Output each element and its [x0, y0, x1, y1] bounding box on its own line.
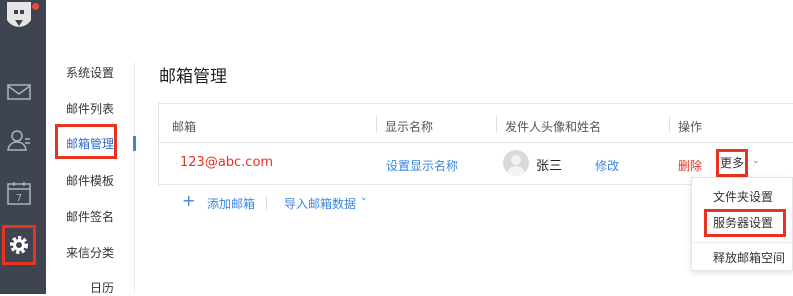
delete-link[interactable]: 删除 — [678, 157, 702, 174]
contacts-icon[interactable] — [7, 128, 31, 152]
edit-sender-link[interactable]: 修改 — [595, 157, 619, 174]
settings-icon[interactable] — [7, 233, 31, 257]
nav-item-mail-list[interactable]: 邮件列表 — [66, 100, 114, 117]
menu-item-free-mailbox-space[interactable]: 释放邮箱空间 — [713, 249, 785, 266]
nav-item-mail-templates[interactable]: 邮件模板 — [66, 172, 114, 189]
more-button[interactable]: 更多 — [716, 149, 748, 177]
mailbox-email: 123@abc.com — [180, 155, 274, 170]
col-divider — [669, 116, 670, 133]
calendar-day: 7 — [16, 193, 22, 204]
col-divider — [496, 116, 497, 133]
nav-item-mail-signature[interactable]: 邮件签名 — [66, 208, 114, 225]
nav-selected-indicator — [133, 136, 136, 151]
mail-icon[interactable] — [7, 80, 31, 104]
nav-item-mailbox-management[interactable]: 邮箱管理 — [66, 135, 114, 152]
plus-icon[interactable]: + — [182, 191, 195, 210]
more-dropdown-menu: 文件夹设置 服务器设置 释放邮箱空间 — [691, 177, 793, 271]
menu-item-folder-settings[interactable]: 文件夹设置 — [713, 188, 773, 205]
chevron-down-icon[interactable]: ⌄ — [752, 156, 760, 166]
avatar — [503, 150, 529, 176]
table-header: 邮箱 显示名称 发件人头像和姓名 操作 — [159, 104, 793, 143]
nav-item-mail-categories[interactable]: 来信分类 — [66, 244, 114, 261]
chevron-down-icon[interactable]: ⌄ — [360, 193, 368, 203]
notification-dot — [32, 3, 39, 10]
action-divider — [266, 196, 267, 210]
nav-item-calendar[interactable]: 日历 — [90, 279, 114, 296]
calendar-icon[interactable]: 7 — [7, 181, 31, 205]
menu-divider — [692, 242, 792, 243]
set-display-name-link[interactable]: 设置显示名称 — [386, 157, 458, 174]
settings-nav: 系统设置 邮件列表 邮箱管理 邮件模板 邮件签名 来信分类 日历 — [46, 0, 140, 296]
mailbox-table: 邮箱 显示名称 发件人头像和姓名 操作 123@abc.com 设置显示名称 张… — [158, 103, 793, 185]
nav-item-system-settings[interactable]: 系统设置 — [66, 64, 114, 81]
sender-name: 张三 — [536, 159, 563, 174]
add-mailbox-button[interactable]: 添加邮箱 — [207, 195, 255, 212]
col-header-actions: 操作 — [678, 120, 703, 134]
page-title: 邮箱管理 — [159, 67, 227, 87]
col-header-display-name: 显示名称 — [385, 120, 434, 134]
col-header-mailbox: 邮箱 — [172, 120, 197, 134]
menu-item-server-settings[interactable]: 服务器设置 — [704, 209, 786, 237]
app-rail: 7 — [0, 0, 46, 294]
col-divider — [376, 116, 377, 133]
import-mailbox-data-button[interactable]: 导入邮箱数据 — [284, 195, 356, 212]
nav-divider — [134, 62, 135, 294]
col-header-sender: 发件人头像和姓名 — [505, 120, 602, 134]
